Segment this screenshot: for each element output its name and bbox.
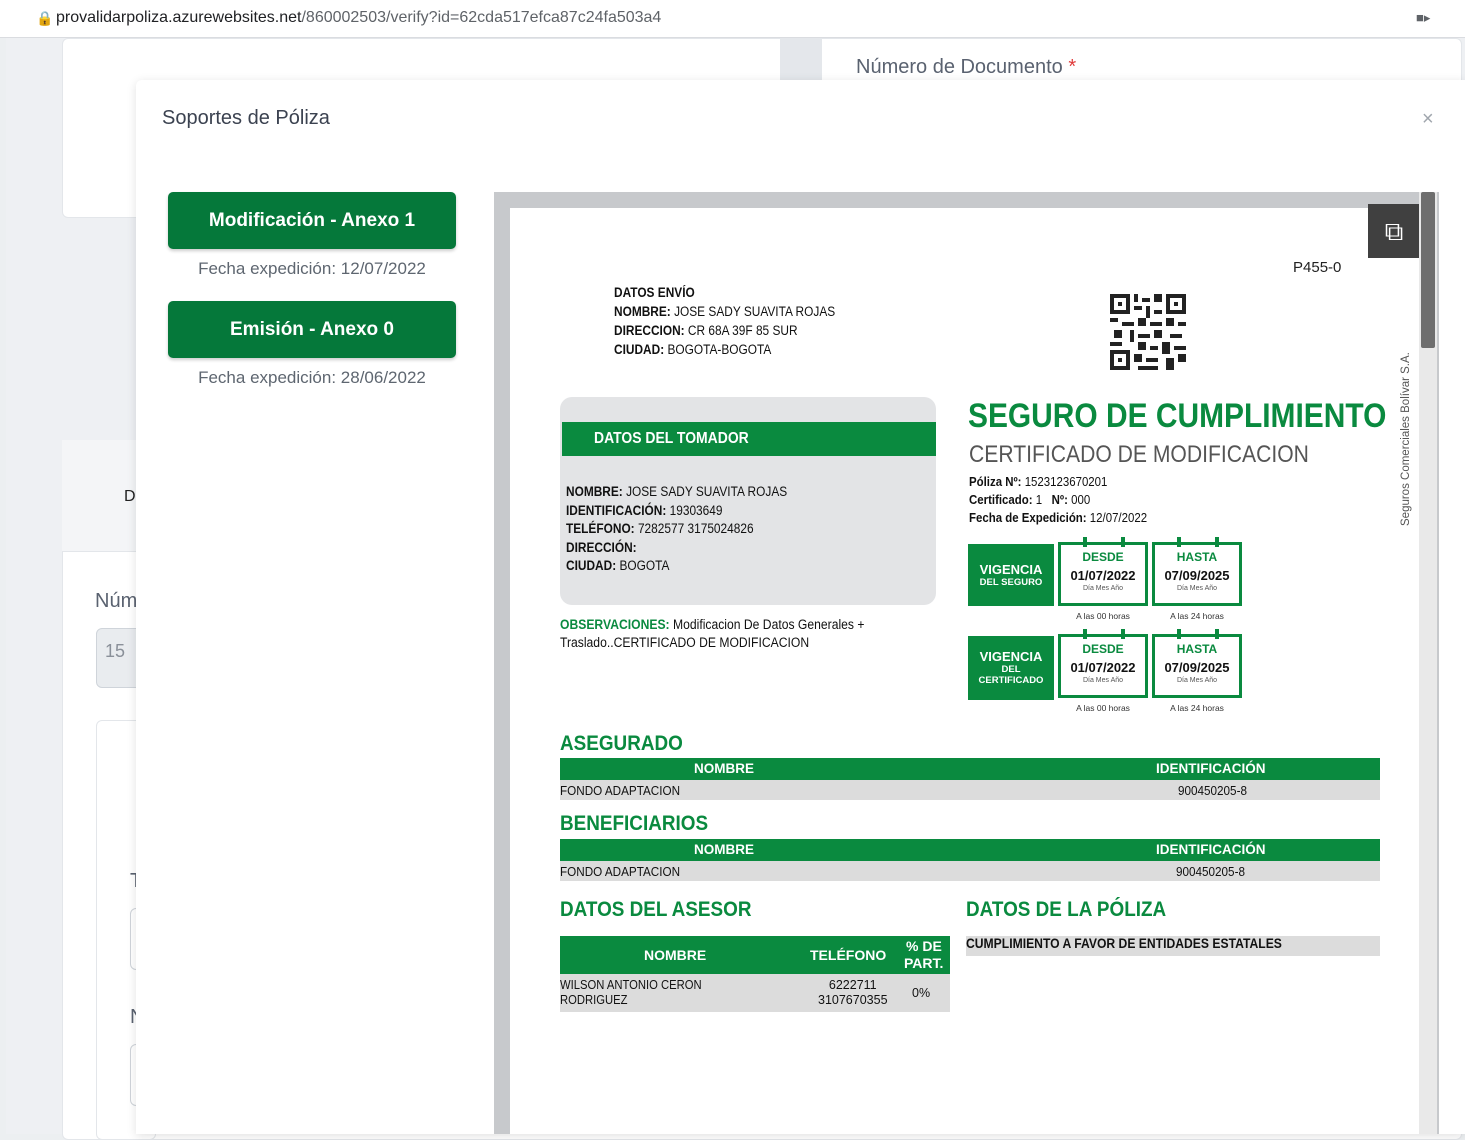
asegurado-row: FONDO ADAPTACION 900450205-8	[560, 780, 1380, 800]
vigencia-certificado-label: VIGENCIA DEL CERTIFICADO	[968, 636, 1054, 700]
vigencia-certificado-hasta: HASTA 07/09/2025 Día Mes Año	[1152, 629, 1242, 698]
asesor-row: WILSON ANTONIO CERON RODRIGUEZ 6222711 310…	[560, 974, 950, 1012]
asesor-title: DATOS DEL ASESOR	[560, 898, 752, 921]
datos-envio: DATOS ENVÍO NOMBRE: JOSE SADY SUAVITA RO…	[614, 285, 836, 357]
emision-anexo-0-button[interactable]: Emisión - Anexo 0	[168, 301, 456, 358]
soportes-modal: Soportes de Póliza × Modificación - Anex…	[136, 80, 1465, 1134]
observaciones: OBSERVACIONES: Modificacion De Datos Gen…	[560, 617, 865, 650]
fecha-expedicion-1: Fecha expedición: 12/07/2022	[198, 259, 426, 278]
poliza-info: Póliza Nº: 1523123670201 Certificado: 1 …	[969, 474, 1148, 525]
asegurado-table-header: NOMBRE IDENTIFICACIÓN	[560, 758, 1380, 780]
vertical-company-text: Seguros Comerciales Bolívar S.A.	[1400, 352, 1412, 526]
hora-desde-seguro: A las 00 horas	[1076, 611, 1130, 621]
pdf-scrollbar[interactable]	[1419, 192, 1437, 1134]
hora-hasta-certificado: A las 24 horas	[1170, 703, 1224, 713]
address-bar[interactable]: 🔒 provalidarpoliza.azurewebsites.net/860…	[0, 0, 1465, 38]
pdf-page: P455-0 DATOS ENVÍO NOMBRE: JOSE SADY SUA…	[510, 208, 1420, 1134]
hora-desde-certificado: A las 00 horas	[1076, 703, 1130, 713]
modificacion-anexo-1-button[interactable]: Modificación - Anexo 1	[168, 192, 456, 249]
pdf-viewer[interactable]: P455-0 DATOS ENVÍO NOMBRE: JOSE SADY SUA…	[494, 192, 1439, 1134]
tomador-header: DATOS DEL TOMADOR	[562, 422, 936, 456]
vigencia-seguro-hasta: HASTA 07/09/2025 Día Mes Año	[1152, 537, 1242, 606]
beneficiarios-table-header: NOMBRE IDENTIFICACIÓN	[560, 839, 1380, 861]
beneficiarios-title: BENEFICIARIOS	[560, 812, 709, 835]
seguro-title: SEGURO DE CUMPLIMIENTO	[968, 397, 1387, 435]
fecha-expedicion-0: Fecha expedición: 28/06/2022	[198, 368, 426, 387]
qr-code-icon	[1110, 294, 1186, 370]
vigencia-seguro-desde: DESDE 01/07/2022 Día Mes Año	[1058, 537, 1148, 606]
numero-documento-label: Número de Documento *	[856, 56, 1077, 78]
asesor-table-header: NOMBRE TELÉFONO % DE PART.	[560, 936, 950, 974]
url-text[interactable]: provalidarpoliza.azurewebsites.net/86000…	[56, 9, 661, 27]
pdf-scrollbar-thumb[interactable]	[1421, 192, 1435, 348]
hora-hasta-seguro: A las 24 horas	[1170, 611, 1224, 621]
open-external-icon[interactable]: ⧉	[1368, 204, 1420, 258]
modal-title: Soportes de Póliza	[162, 107, 330, 129]
asegurado-title: ASEGURADO	[560, 732, 683, 755]
background-tab-partial[interactable]: D	[124, 488, 136, 506]
tomador-info: NOMBRE: JOSE SADY SUAVITA ROJAS IDENTIFI…	[566, 484, 788, 574]
datos-poliza-row: CUMPLIMIENTO A FAVOR DE ENTIDADES ESTATA…	[966, 936, 1380, 956]
document-code: P455-0	[1293, 259, 1342, 276]
datos-poliza-title: DATOS DE LA PÓLIZA	[966, 898, 1167, 921]
vigencia-seguro-label: VIGENCIA DEL SEGURO	[968, 544, 1054, 606]
background-gutter	[780, 38, 822, 82]
certificado-subtitle: CERTIFICADO DE MODIFICACION	[969, 441, 1309, 468]
close-icon[interactable]: ×	[1422, 108, 1434, 131]
background-label-num: Núm	[95, 590, 138, 612]
beneficiario-row: FONDO ADAPTACION 900450205-8	[560, 861, 1380, 881]
camera-icon[interactable]: ■▸	[1416, 10, 1430, 26]
vigencia-certificado-desde: DESDE 01/07/2022 Día Mes Año	[1058, 629, 1148, 698]
lock-icon[interactable]: 🔒	[36, 10, 53, 27]
